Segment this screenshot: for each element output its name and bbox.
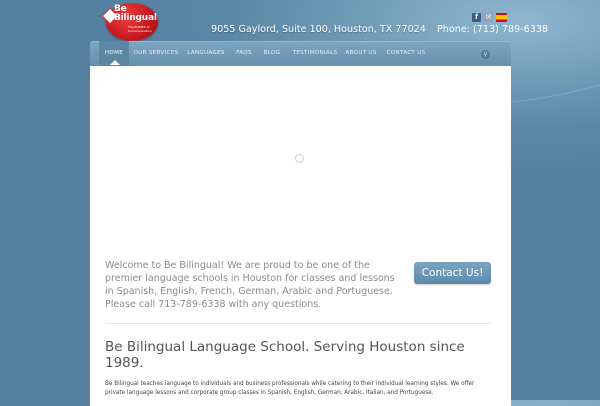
- mail-icon[interactable]: ✉: [484, 13, 493, 22]
- intro-paragraph: Be Bilingual teaches language to individ…: [105, 381, 475, 396]
- active-nav-indicator: [110, 60, 120, 65]
- logo-text: Be Bilingual: [114, 5, 158, 23]
- contact-us-button[interactable]: Contact Us!: [414, 262, 491, 284]
- page-headline: Be Bilingual Language School. Serving Ho…: [105, 339, 465, 371]
- site-logo[interactable]: Be Bilingual The POWER of Communication: [101, 2, 162, 42]
- nav-item-our-services[interactable]: OUR SERVICES: [132, 41, 180, 66]
- spanish-flag-icon[interactable]: [496, 13, 507, 22]
- logo-name-line2: Bilingual: [114, 13, 157, 23]
- nav-item-faqs[interactable]: FAQS: [233, 41, 255, 66]
- nav-item-contact-us[interactable]: CONTACT US: [385, 41, 427, 66]
- nav-item-testimonials[interactable]: TESTIMONIALS: [290, 41, 340, 66]
- search-icon[interactable]: ⚲: [481, 50, 490, 59]
- welcome-text: Welcome to Be Bilingual! We are proud to…: [105, 260, 395, 310]
- header-address: 9055 Gaylord, Suite 100, Houston, TX 770…: [211, 24, 426, 35]
- logo-tagline: The POWER of Communication: [128, 25, 152, 33]
- nav-item-languages[interactable]: LANGUAGES: [186, 41, 226, 66]
- nav-item-about-us[interactable]: ABOUT US: [344, 41, 378, 66]
- section-divider: [105, 323, 491, 324]
- facebook-icon[interactable]: f: [472, 13, 481, 22]
- header-phone: Phone: (713) 789-6338: [437, 24, 549, 35]
- loading-spinner-icon: [295, 154, 304, 163]
- nav-item-blog[interactable]: BLOG: [261, 41, 283, 66]
- main-navigation: HOME OUR SERVICES LANGUAGES FAQS BLOG TE…: [90, 41, 511, 66]
- social-links: f ✉: [472, 13, 507, 22]
